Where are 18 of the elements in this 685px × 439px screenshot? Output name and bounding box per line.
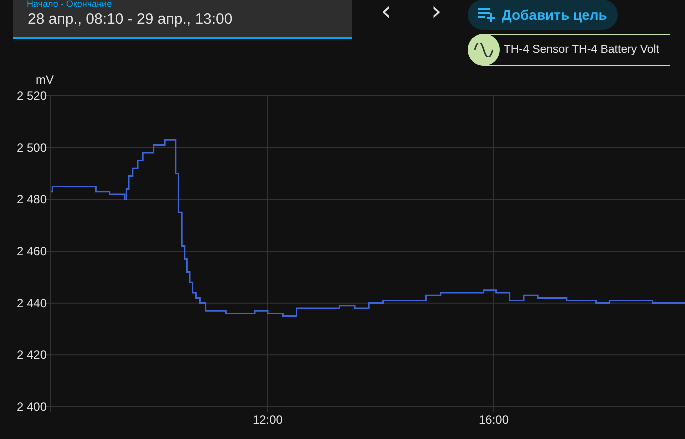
y-tick-label: 2 400 [16, 400, 47, 414]
date-range-field[interactable]: 28 апр., 08:10 - 29 апр., 13:00 [28, 11, 233, 28]
playlist-add-icon [478, 8, 496, 22]
previous-button[interactable]: ‹ [377, 0, 396, 24]
sine-wave-icon [474, 43, 494, 57]
add-target-button[interactable]: Добавить цель [468, 0, 618, 30]
y-tick-label: 2 440 [16, 296, 47, 310]
y-tick-label: 2 480 [16, 192, 47, 207]
y-tick-label: 2 420 [16, 348, 47, 362]
entity-chip[interactable]: TH-4 Sensor TH-4 Battery Volt [468, 34, 670, 66]
y-tick-label: 2 460 [16, 244, 47, 258]
y-tick-label: 2 520 [16, 89, 47, 103]
field-label: Начало - Окончание [27, 0, 112, 9]
x-tick-label: 16:00 [479, 413, 510, 427]
x-tick-label: 12:00 [252, 413, 283, 427]
y-tick-label: 2 500 [16, 140, 47, 155]
next-button[interactable]: › [427, 0, 446, 24]
y-axis-unit: mV [36, 73, 54, 87]
